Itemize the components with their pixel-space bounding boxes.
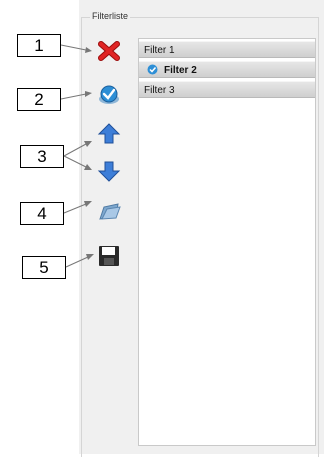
- active-filter-check-icon: [147, 64, 158, 75]
- callout-line-1: [60, 44, 87, 51]
- callout-line-3b: [63, 155, 87, 168]
- filter-item-label: Filter 2: [164, 65, 197, 76]
- filter-list[interactable]: Filter 1 Filter 2 Filter 3: [138, 38, 316, 446]
- save-icon: [99, 246, 119, 266]
- filter-list-item-1[interactable]: Filter 1: [139, 41, 315, 58]
- apply-filter-icon: [99, 85, 119, 104]
- move-down-button[interactable]: [96, 160, 122, 184]
- filter-list-item-2[interactable]: Filter 2: [139, 61, 315, 78]
- filter-list-item-3[interactable]: Filter 3: [139, 81, 315, 98]
- delete-filter-button[interactable]: [96, 39, 122, 63]
- callout-line-4: [63, 203, 87, 214]
- move-down-icon: [97, 161, 121, 182]
- filter-item-label: Filter 3: [144, 85, 175, 96]
- save-filter-button[interactable]: [96, 244, 122, 268]
- callout-line-2: [60, 93, 87, 100]
- open-filter-button[interactable]: [96, 199, 122, 223]
- callout-line-5: [65, 256, 89, 268]
- move-up-icon: [97, 123, 121, 144]
- callout-line-3: [63, 143, 87, 157]
- apply-filter-button[interactable]: [96, 82, 122, 106]
- open-folder-icon: [99, 203, 121, 220]
- filter-item-label: Filter 1: [144, 45, 175, 56]
- delete-icon: [98, 41, 120, 61]
- move-up-button[interactable]: [96, 121, 122, 145]
